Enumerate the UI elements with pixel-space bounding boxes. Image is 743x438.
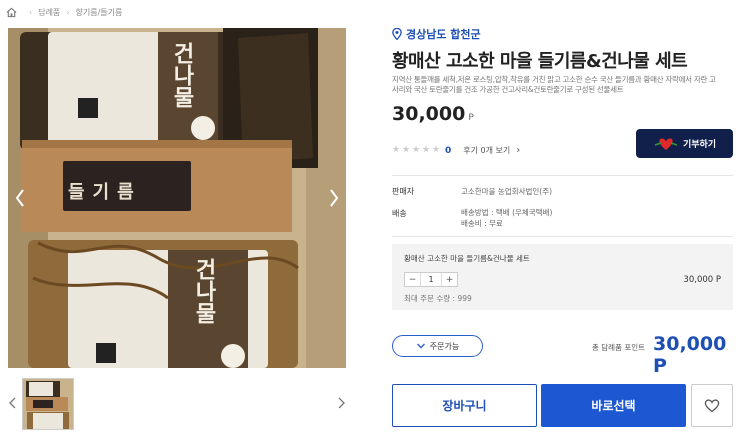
chevron-left-icon [15, 189, 24, 207]
star-rating: ★ ★ ★ ★ ★ [392, 146, 441, 155]
chevron-right-icon [330, 189, 339, 207]
star-icon: ★ [412, 145, 421, 155]
total-price: 30,000 P [653, 333, 727, 377]
review-link[interactable]: 후기 0개 보기 › [463, 145, 520, 156]
region-text: 경상남도 합천군 [406, 28, 481, 41]
chevron-right-icon: › [516, 145, 521, 156]
description-line: 지역산 통들깨를 세척,저온 로스팅,압착,착유를 거친 맑고 고소한 순수 국… [392, 75, 716, 84]
buy-now-label: 바로선택 [591, 399, 636, 413]
thumbnail-next-arrow[interactable] [334, 394, 348, 412]
product-price: 30,000 P [392, 103, 474, 125]
chevron-right-icon [338, 397, 345, 409]
thumbnail-image[interactable] [22, 378, 74, 430]
breadcrumb: › 담례품 › 향기름/들기름 [6, 4, 122, 20]
order-available-button[interactable]: 주문가능 [392, 335, 483, 357]
shipping-method: 배송방법 : 택배 (우체국택배) [461, 208, 553, 217]
image-next-arrow[interactable] [324, 186, 344, 210]
package-label: 건나물 [191, 258, 217, 324]
donate-button-label: 기부하기 [682, 140, 717, 150]
seller-value: 고소한마을 농업회사법인(주) [461, 187, 553, 196]
quantity-decrease-button[interactable]: − [405, 273, 420, 286]
region-label: 경상남도 합천군 [392, 26, 481, 42]
seller-label: 판매자 [392, 187, 415, 196]
heart-icon [654, 138, 678, 150]
image-prev-arrow[interactable] [10, 186, 30, 210]
divider [392, 236, 733, 237]
thumbnail-prev-arrow[interactable] [6, 394, 20, 412]
chevron-right-icon: › [66, 7, 70, 17]
star-icon: ★ [432, 145, 441, 155]
package-label: 건나물 [169, 42, 195, 108]
quantity-stepper: − 1 + [404, 272, 458, 287]
quantity-increase-button[interactable]: + [442, 273, 457, 286]
add-to-cart-button[interactable]: 장바구니 [392, 384, 537, 427]
rating-row: ★ ★ ★ ★ ★ 0 후기 0개 보기 › [392, 145, 520, 156]
review-link-label: 후기 0개 보기 [463, 146, 511, 155]
chevron-down-icon [416, 343, 425, 349]
product-main-image: 건나물 들기름 건나물 [8, 28, 346, 368]
price-unit: P [468, 113, 474, 123]
total-label: 총 담례품 포인트 [592, 343, 646, 352]
quantity-input[interactable]: 1 [420, 273, 442, 286]
wishlist-button[interactable] [691, 384, 733, 427]
add-to-cart-label: 장바구니 [442, 399, 487, 413]
heart-outline-icon [704, 398, 720, 412]
option-name: 황매산 고소한 마을 들기름&건나물 세트 [404, 254, 530, 263]
chevron-left-icon [9, 397, 16, 409]
star-icon: ★ [402, 145, 411, 155]
donate-button[interactable]: 기부하기 [636, 129, 733, 158]
breadcrumb-item[interactable]: 향기름/들기름 [76, 7, 123, 18]
home-icon[interactable] [6, 7, 17, 18]
selected-option-box: 황매산 고소한 마을 들기름&건나물 세트 − 1 + 30,000 P 최대 … [392, 244, 733, 310]
breadcrumb-item[interactable]: 담례품 [38, 7, 60, 18]
star-icon: ★ [392, 145, 401, 155]
divider [392, 175, 733, 176]
star-icon: ★ [422, 145, 431, 155]
buy-now-button[interactable]: 바로선택 [541, 384, 686, 427]
product-title: 황매산 고소한 마을 들기름&건나물 세트 [392, 51, 688, 72]
option-price: 30,000 P [683, 275, 721, 285]
chevron-right-icon: › [29, 7, 33, 17]
shipping-label: 배송 [392, 209, 407, 218]
product-description: 지역산 통들깨를 세척,저온 로스팅,압착,착유를 거친 맑고 고소한 순수 국… [392, 75, 737, 95]
location-pin-icon [392, 28, 402, 40]
shipping-fee: 배송비 : 무료 [461, 219, 503, 228]
description-line: 사리와 국산 토란줄기를 건조 가공한 건고사리&건토란줄기로 구성된 선물세트 [392, 85, 624, 94]
max-order-quantity: 최대 주문 수량 : 999 [404, 294, 472, 303]
rating-score: 0 [445, 145, 452, 156]
center-label: 들기름 [68, 182, 142, 203]
order-available-label: 주문가능 [429, 341, 460, 351]
price-value: 30,000 [392, 103, 466, 125]
